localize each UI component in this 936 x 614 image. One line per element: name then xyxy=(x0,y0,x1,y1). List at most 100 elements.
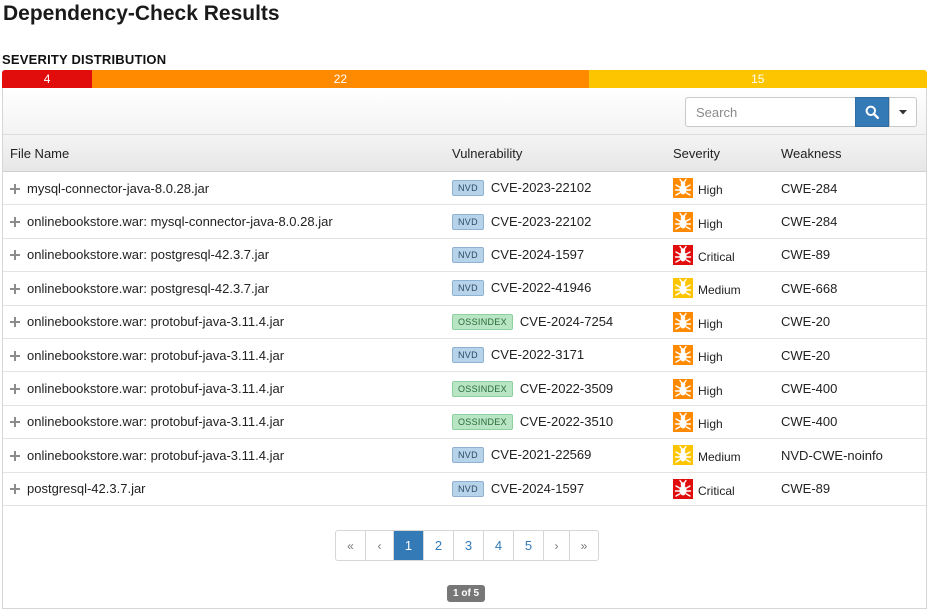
weakness-cell: CWE-668 xyxy=(774,271,926,306)
severity-cell: High xyxy=(666,171,774,206)
expand-plus-icon[interactable] xyxy=(10,283,20,294)
cve-id[interactable]: CVE-2022-3510 xyxy=(520,414,613,429)
file-name-cell: onlinebookstore.war: protobuf-java-3.11.… xyxy=(3,338,445,373)
pagination-next-button[interactable]: › xyxy=(543,531,569,560)
table-row[interactable]: onlinebookstore.war: protobuf-java-3.11.… xyxy=(3,305,926,339)
search-icon xyxy=(865,105,879,119)
page-title: Dependency-Check Results xyxy=(3,2,280,25)
table-row[interactable]: onlinebookstore.war: mysql-connector-jav… xyxy=(3,204,926,239)
source-badge: NVD xyxy=(452,246,484,263)
cve-id[interactable]: CVE-2024-7254 xyxy=(520,314,613,329)
table-row[interactable]: onlinebookstore.war: protobuf-java-3.11.… xyxy=(3,338,926,373)
vulnerability-cell: OSSINDEX CVE-2022-3509 xyxy=(445,371,666,406)
vulnerability-cell: NVD CVE-2023-22102 xyxy=(445,171,666,206)
vulnerability-cell: OSSINDEX CVE-2024-7254 xyxy=(445,305,666,339)
results-panel: File Name Vulnerability Severity Weaknes… xyxy=(2,88,927,609)
source-badge: OSSINDEX xyxy=(452,313,513,330)
source-badge: OSSINDEX xyxy=(452,380,513,397)
pagination-page-4[interactable]: 4 xyxy=(483,531,513,560)
expand-plus-icon[interactable] xyxy=(10,350,20,361)
bug-icon xyxy=(673,211,693,232)
cve-id[interactable]: CVE-2021-22569 xyxy=(491,447,591,462)
pagination-page-2[interactable]: 2 xyxy=(423,531,453,560)
expand-plus-icon[interactable] xyxy=(10,384,20,395)
weakness-cell: CWE-89 xyxy=(774,472,926,506)
source-badge: OSSINDEX xyxy=(452,413,513,430)
table-row[interactable]: onlinebookstore.war: postgresql-42.3.7.j… xyxy=(3,271,926,306)
cve-id[interactable]: CVE-2022-41946 xyxy=(491,280,591,295)
weakness-cell: NVD-CWE-noinfo xyxy=(774,438,926,473)
file-name: onlinebookstore.war: protobuf-java-3.11.… xyxy=(27,347,285,363)
cve-id[interactable]: CVE-2022-3509 xyxy=(520,381,613,396)
expand-plus-icon[interactable] xyxy=(10,317,20,328)
column-header-weakness[interactable]: Weakness xyxy=(774,134,926,172)
table-row[interactable]: onlinebookstore.war: protobuf-java-3.11.… xyxy=(3,405,926,440)
vulnerability-cell: NVD CVE-2024-1597 xyxy=(445,472,666,506)
search-button[interactable] xyxy=(855,97,889,127)
severity-cell: High xyxy=(666,405,774,440)
table-row[interactable]: mysql-connector-java-8.0.28.jar NVD CVE-20… xyxy=(3,171,926,206)
file-name-cell: mysql-connector-java-8.0.28.jar xyxy=(3,171,445,206)
severity-label: High xyxy=(698,316,723,331)
expand-plus-icon[interactable] xyxy=(10,484,20,495)
severity-segment: 15 xyxy=(588,70,927,88)
table-row[interactable]: onlinebookstore.war: protobuf-java-3.11.… xyxy=(3,438,926,473)
page-info-badge: 1 of 5 xyxy=(447,585,486,602)
file-name: onlinebookstore.war: protobuf-java-3.11.… xyxy=(27,314,285,330)
bug-icon xyxy=(673,378,693,399)
cve-id[interactable]: CVE-2022-3171 xyxy=(491,347,584,362)
file-name-cell: onlinebookstore.war: protobuf-java-3.11.… xyxy=(3,305,445,339)
table-row[interactable]: onlinebookstore.war: postgresql-42.3.7.j… xyxy=(3,238,926,273)
pagination-page-5[interactable]: 5 xyxy=(513,531,543,560)
file-name-cell: onlinebookstore.war: postgresql-42.3.7.j… xyxy=(3,271,445,306)
severity-segment: 4 xyxy=(2,70,93,88)
table-row[interactable]: postgresql-42.3.7.jar NVD CVE-2024-1597 Cri… xyxy=(3,472,926,506)
pagination-first-button[interactable]: « xyxy=(336,531,365,560)
table-toolbar xyxy=(3,88,926,134)
pagination-page-1[interactable]: 1 xyxy=(393,531,423,560)
expand-plus-icon[interactable] xyxy=(10,250,20,261)
file-name: mysql-connector-java-8.0.28.jar xyxy=(27,180,210,196)
source-badge: NVD xyxy=(452,213,484,230)
severity-label: High xyxy=(698,350,723,365)
file-name: onlinebookstore.war: mysql-connector-jav… xyxy=(27,214,333,230)
cve-id[interactable]: CVE-2023-22102 xyxy=(491,214,591,229)
file-name: onlinebookstore.war: protobuf-java-3.11.… xyxy=(27,381,285,397)
source-badge: NVD xyxy=(452,447,484,464)
severity-distribution-heading: SEVERITY DISTRIBUTION xyxy=(2,52,167,67)
file-name-cell: onlinebookstore.war: protobuf-java-3.11.… xyxy=(3,438,445,473)
bug-icon xyxy=(673,311,693,332)
cve-id[interactable]: CVE-2023-22102 xyxy=(491,180,591,195)
severity-label: High xyxy=(698,383,723,398)
vulnerability-cell: NVD CVE-2024-1597 xyxy=(445,238,666,273)
severity-cell: High xyxy=(666,305,774,339)
severity-label: High xyxy=(698,416,723,431)
pagination-prev-button[interactable]: ‹ xyxy=(365,531,393,560)
weakness-cell: CWE-20 xyxy=(774,338,926,373)
cve-id[interactable]: CVE-2024-1597 xyxy=(491,247,584,262)
file-name: postgresql-42.3.7.jar xyxy=(27,481,146,497)
bug-icon xyxy=(673,445,693,466)
bug-icon xyxy=(673,345,693,366)
column-header-vulnerability[interactable]: Vulnerability xyxy=(445,134,666,172)
pagination-page-3[interactable]: 3 xyxy=(453,531,483,560)
vulnerability-cell: NVD CVE-2021-22569 xyxy=(445,438,666,473)
search-input[interactable] xyxy=(685,97,855,127)
expand-plus-icon[interactable] xyxy=(10,217,20,228)
table-header-row: File Name Vulnerability Severity Weaknes… xyxy=(3,134,926,172)
expand-plus-icon[interactable] xyxy=(10,417,20,428)
table-row[interactable]: onlinebookstore.war: protobuf-java-3.11.… xyxy=(3,371,926,406)
pagination-last-button[interactable]: » xyxy=(569,531,598,560)
columns-dropdown-button[interactable] xyxy=(889,97,917,127)
weakness-cell: CWE-20 xyxy=(774,305,926,339)
expand-plus-icon[interactable] xyxy=(10,183,20,194)
file-name: onlinebookstore.war: postgresql-42.3.7.j… xyxy=(27,247,270,263)
source-badge: NVD xyxy=(452,180,484,197)
column-header-severity[interactable]: Severity xyxy=(666,134,774,172)
severity-cell: Medium xyxy=(666,438,774,473)
vulnerability-cell: NVD CVE-2023-22102 xyxy=(445,204,666,239)
column-header-file-name[interactable]: File Name xyxy=(3,134,445,172)
pagination: «‹ 1 2 3 4 5 ›» xyxy=(335,530,599,561)
expand-plus-icon[interactable] xyxy=(10,450,20,461)
cve-id[interactable]: CVE-2024-1597 xyxy=(491,481,584,496)
